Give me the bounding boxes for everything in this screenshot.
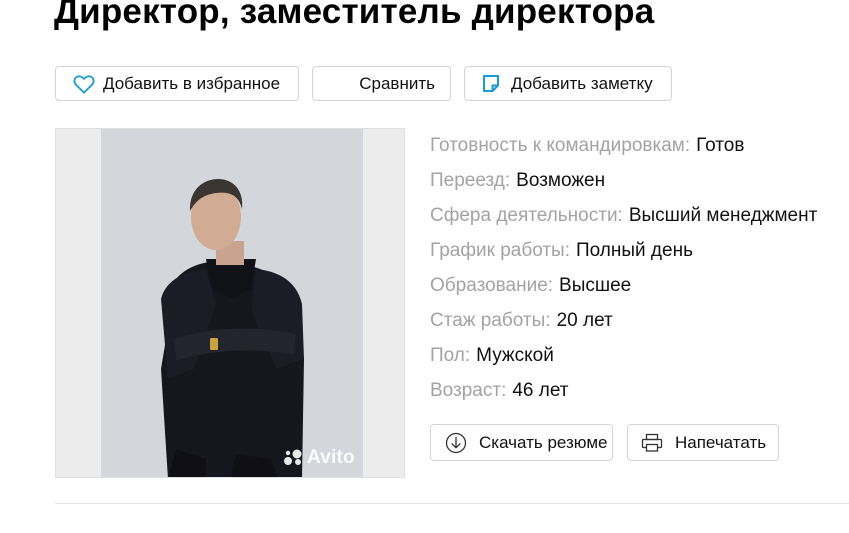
download-icon bbox=[445, 432, 467, 454]
detail-row-field: Сфера деятельности: Высший менеджмент bbox=[430, 198, 817, 233]
add-to-favorites-button[interactable]: Добавить в избранное bbox=[55, 66, 299, 101]
detail-value: Высший менеджмент bbox=[628, 204, 818, 226]
detail-row-experience: Стаж работы: 20 лет bbox=[430, 303, 613, 338]
print-label: Напечатать bbox=[675, 432, 767, 452]
detail-row-age: Возраст: 46 лет bbox=[430, 373, 569, 408]
watermark-label: Avito bbox=[307, 447, 355, 468]
detail-value: Полный день bbox=[576, 239, 693, 261]
download-resume-button[interactable]: Скачать резюме bbox=[430, 424, 613, 461]
detail-label: Возраст: bbox=[430, 379, 507, 401]
detail-value: Готов bbox=[696, 134, 745, 156]
print-button[interactable]: Напечатать bbox=[627, 424, 779, 461]
printer-icon bbox=[641, 433, 663, 453]
detail-label: Переезд: bbox=[430, 169, 511, 191]
detail-label: Готовность к командировкам: bbox=[430, 134, 691, 156]
detail-row-business-trips: Готовность к командировкам: Готов bbox=[430, 128, 744, 163]
detail-label: Пол: bbox=[430, 344, 471, 366]
detail-label: Образование: bbox=[430, 274, 554, 296]
detail-row-relocation: Переезд: Возможен bbox=[430, 163, 605, 198]
detail-row-schedule: График работы: Полный день bbox=[430, 233, 693, 268]
section-divider bbox=[55, 503, 849, 504]
detail-value: Возможен bbox=[516, 169, 606, 191]
compare-label: Сравнить bbox=[359, 73, 435, 93]
detail-value: 20 лет bbox=[556, 309, 613, 331]
heart-icon bbox=[73, 74, 95, 94]
add-note-label: Добавить заметку bbox=[511, 73, 653, 93]
avito-watermark: Avito bbox=[283, 447, 355, 469]
detail-label: График работы: bbox=[430, 239, 570, 261]
profile-photo[interactable] bbox=[55, 128, 405, 478]
note-icon bbox=[480, 73, 502, 95]
detail-row-education: Образование: Высшее bbox=[430, 268, 631, 303]
compare-button[interactable]: Сравнить bbox=[312, 66, 451, 101]
download-resume-label: Скачать резюме bbox=[479, 432, 608, 452]
detail-label: Стаж работы: bbox=[430, 309, 551, 331]
detail-value: Мужской bbox=[476, 344, 554, 366]
detail-row-gender: Пол: Мужской bbox=[430, 338, 554, 373]
detail-label: Сфера деятельности: bbox=[430, 204, 623, 226]
page-title: Директор, заместитель директора bbox=[54, 0, 655, 31]
add-note-button[interactable]: Добавить заметку bbox=[464, 66, 672, 101]
detail-value: 46 лет bbox=[512, 379, 569, 401]
add-to-favorites-label: Добавить в избранное bbox=[103, 73, 281, 93]
detail-value: Высшее bbox=[559, 274, 632, 296]
